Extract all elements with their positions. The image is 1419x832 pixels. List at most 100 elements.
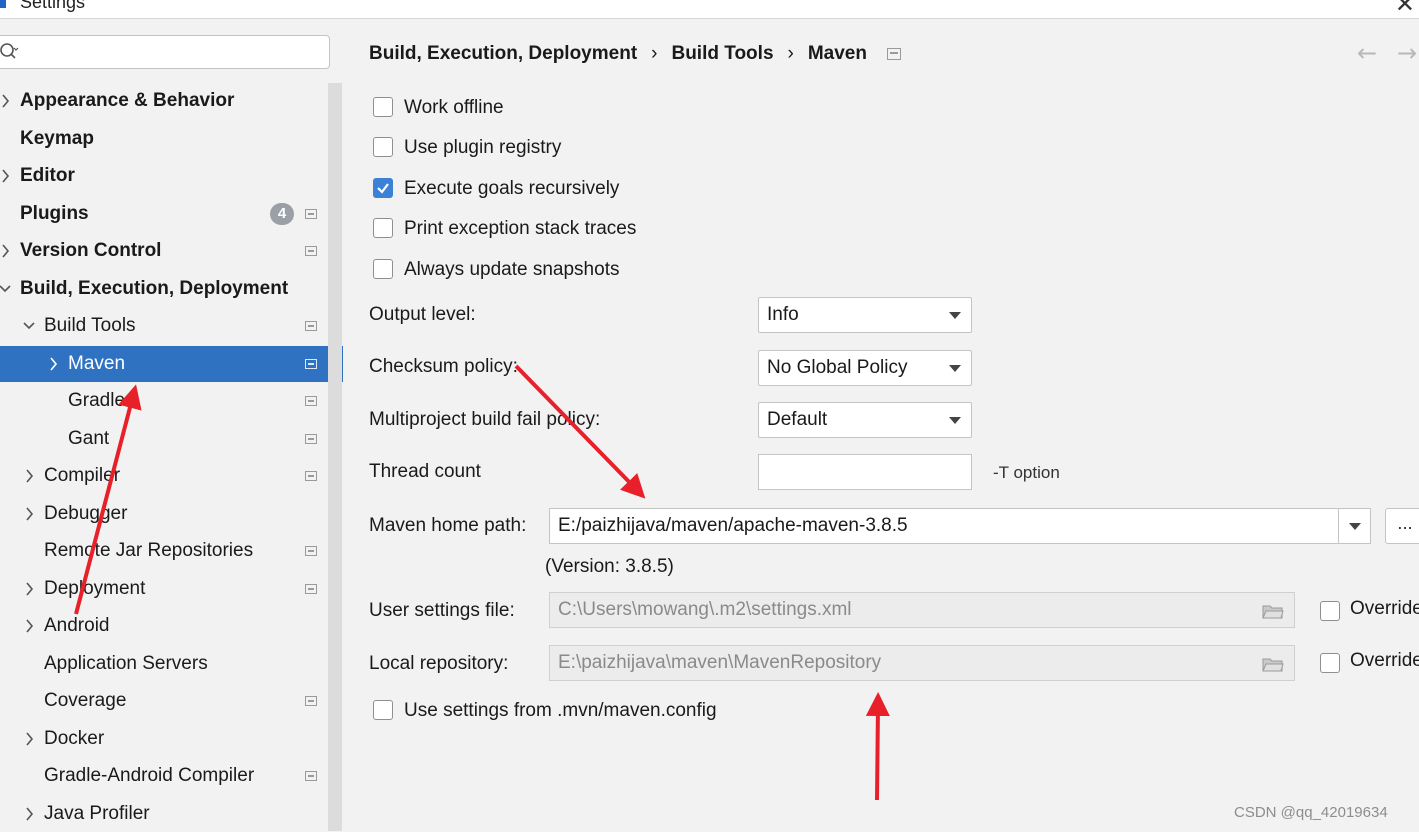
thread-count-label: Thread count [369, 461, 481, 482]
project-level-icon [305, 696, 317, 706]
sidebar-item-maven[interactable]: Maven [0, 346, 343, 382]
breadcrumb: Build, Execution, Deployment › Build Tools… [369, 43, 901, 65]
sidebar-item-keymap[interactable]: Keymap [0, 121, 328, 157]
sidebar-item-debugger[interactable]: Debugger [0, 496, 328, 532]
sidebar-item-label: Editor [20, 165, 75, 186]
sidebar-item-java-profiler[interactable]: Java Profiler [0, 796, 328, 832]
dropdown-arrow-icon[interactable] [1338, 509, 1370, 543]
sidebar-item-label: Gant [68, 428, 110, 449]
breadcrumb-separator: › [651, 43, 658, 64]
override-checkbox[interactable] [1320, 601, 1340, 621]
sidebar-item-docker[interactable]: Docker [0, 721, 328, 757]
dropdown-arrow-icon [949, 312, 961, 319]
sidebar-item-label: Compiler [44, 465, 121, 486]
sidebar-item-deployment[interactable]: Deployment [0, 571, 328, 607]
chevron-right-icon[interactable] [22, 466, 36, 486]
checkbox[interactable] [373, 259, 393, 279]
chevron-right-icon[interactable] [22, 616, 36, 636]
window-titlebar: Settings ✕ [0, 0, 1419, 19]
sidebar-item-label: Build, Execution, Deployment [20, 278, 289, 299]
project-level-icon [305, 209, 317, 219]
sidebar-item-version-control[interactable]: Version Control [0, 233, 328, 269]
sidebar-item-editor[interactable]: Editor [0, 158, 328, 194]
sidebar-item-android[interactable]: Android [0, 608, 328, 644]
maven-settings-panel: Build, Execution, Deployment › Build Tools… [343, 19, 1419, 831]
checkmark-icon [377, 183, 389, 194]
sidebar-item-application-servers[interactable]: Application Servers [0, 646, 328, 682]
sidebar-item-compiler[interactable]: Compiler [0, 458, 328, 494]
close-icon[interactable]: ✕ [1395, 0, 1415, 18]
sidebar-item-label: Android [44, 615, 110, 636]
option-label: Execute goals recursively [404, 178, 620, 199]
project-level-icon [886, 48, 901, 60]
local-repository-field[interactable]: E:\paizhijava\maven\MavenRepository [549, 645, 1295, 681]
checkbox[interactable] [373, 218, 393, 238]
breadcrumb-item-build-execution-deployment[interactable]: Build, Execution, Deployment [369, 43, 637, 65]
override-checkbox[interactable] [1320, 653, 1340, 673]
chevron-right-icon[interactable] [46, 354, 60, 374]
search-input[interactable] [0, 35, 330, 69]
update-count-badge: 4 [270, 203, 294, 225]
multiproject-policy-select[interactable]: Default [758, 402, 972, 438]
project-level-icon [305, 471, 317, 481]
user-settings-label: User settings file: [369, 600, 515, 621]
sidebar-item-gant[interactable]: Gant [0, 421, 328, 457]
sidebar-item-label: Remote Jar Repositories [44, 540, 254, 561]
user-settings-field[interactable]: C:\Users\mowang\.m2\settings.xml [549, 592, 1295, 628]
browse-maven-home-button[interactable]: ... [1385, 508, 1419, 544]
maven-home-label: Maven home path: [369, 515, 527, 536]
sidebar-item-build-execution-deployment[interactable]: Build, Execution, Deployment [0, 271, 328, 307]
sidebar-item-gradle[interactable]: Gradle [0, 383, 328, 419]
option-label: Work offline [404, 97, 504, 118]
chevron-down-icon[interactable] [22, 316, 36, 336]
checksum-policy-select[interactable]: No Global Policy [758, 350, 972, 386]
chevron-right-icon[interactable] [0, 91, 12, 111]
project-level-icon [305, 771, 317, 781]
mvn-config-label: Use settings from .mvn/maven.config [404, 700, 717, 721]
local-repository-label: Local repository: [369, 653, 509, 674]
local-repository-value: E:\paizhijava\maven\MavenRepository [558, 652, 882, 673]
sidebar-item-remote-jar-repositories[interactable]: Remote Jar Repositories [0, 533, 328, 569]
chevron-right-icon[interactable] [0, 166, 12, 186]
sidebar-item-gradle-android-compiler[interactable]: Gradle-Android Compiler [0, 758, 328, 794]
folder-icon[interactable] [1262, 656, 1284, 672]
chevron-right-icon[interactable] [22, 504, 36, 524]
output-level-select[interactable]: Info [758, 297, 972, 333]
sidebar-item-coverage[interactable]: Coverage [0, 683, 328, 719]
chevron-down-icon[interactable] [0, 279, 12, 299]
maven-home-combo[interactable]: E:/paizhijava/maven/apache-maven-3.8.5 [549, 508, 1371, 544]
project-level-icon [305, 546, 317, 556]
breadcrumb-item-build-tools[interactable]: Build Tools [671, 43, 773, 65]
mvn-config-checkbox[interactable] [373, 700, 393, 720]
chevron-right-icon[interactable] [22, 579, 36, 599]
project-level-icon [305, 321, 317, 331]
forward-arrow-icon[interactable]: → [1397, 39, 1417, 67]
option-label: Always update snapshots [404, 259, 620, 280]
chevron-right-icon[interactable] [22, 804, 36, 824]
dropdown-arrow-icon [949, 365, 961, 372]
sidebar-item-label: Java Profiler [44, 803, 150, 824]
sidebar-item-appearance-behavior[interactable]: Appearance & Behavior [0, 83, 328, 119]
chevron-right-icon[interactable] [22, 729, 36, 749]
output-level-label: Output level: [369, 304, 476, 325]
checkbox-checked[interactable] [373, 178, 393, 198]
multiproject-policy-label: Multiproject build fail policy: [369, 409, 601, 430]
override-label: Override [1350, 598, 1419, 619]
app-icon [0, 0, 6, 8]
option-label: Print exception stack traces [404, 218, 637, 239]
checkbox[interactable] [373, 137, 393, 157]
sidebar-item-build-tools[interactable]: Build Tools [0, 308, 328, 344]
override-label: Override [1350, 650, 1419, 671]
sidebar-item-label: Keymap [20, 128, 94, 149]
multiproject-policy-value: Default [767, 409, 828, 430]
project-level-icon [305, 359, 317, 369]
folder-icon[interactable] [1262, 603, 1284, 619]
checkbox[interactable] [373, 97, 393, 117]
back-arrow-icon[interactable]: ← [1357, 39, 1377, 67]
sidebar-item-plugins[interactable]: Plugins 4 [0, 196, 328, 232]
breadcrumb-separator: › [787, 43, 794, 64]
sidebar-item-label: Deployment [44, 578, 146, 599]
sidebar-scrollbar[interactable] [328, 83, 342, 831]
chevron-right-icon[interactable] [0, 241, 12, 261]
thread-count-input[interactable] [758, 454, 972, 490]
